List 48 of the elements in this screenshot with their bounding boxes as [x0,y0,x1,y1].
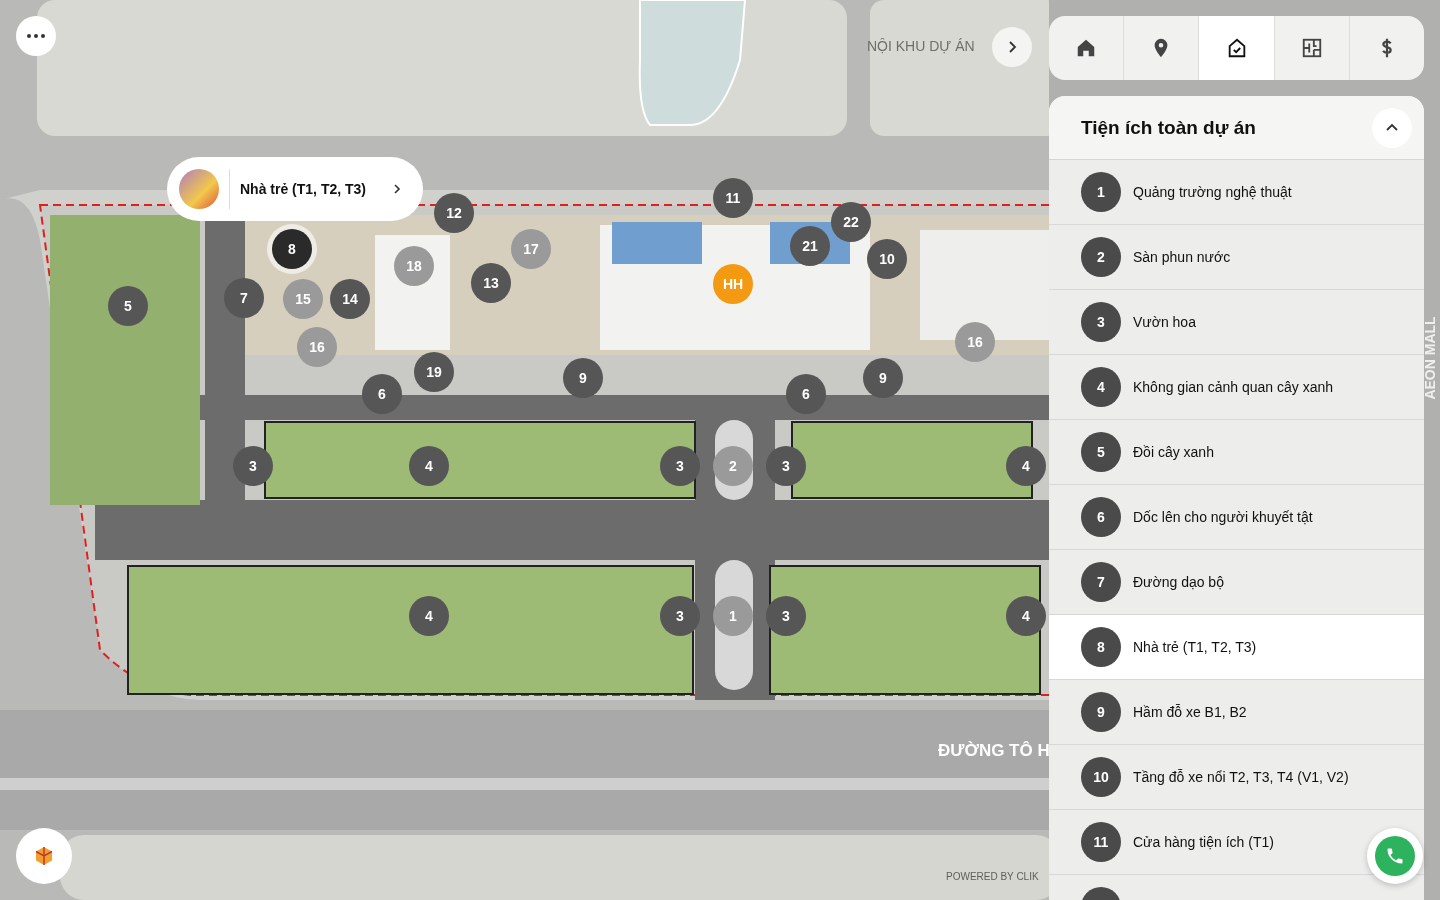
number-badge: 3 [1081,302,1121,342]
number-badge: 1 [1081,172,1121,212]
amenity-item[interactable]: 1 Quảng trường nghệ thuật [1049,160,1424,225]
logo-icon [33,845,55,867]
number-badge: 5 [1081,432,1121,472]
number-badge: 11 [1081,822,1121,862]
amenity-name: Tầng đỗ xe nổi T2, T3, T4 (V1, V2) [1133,769,1349,785]
more-icon [27,34,45,38]
number-badge: 8 [1081,627,1121,667]
credit-text: POWERED BY CLIK [946,871,1039,882]
photo-placeholder [179,169,219,209]
nav-tab[interactable] [1123,16,1199,80]
callout-title: Nhà trẻ (T1, T2, T3) [240,181,368,197]
nav-tab[interactable] [1273,16,1349,80]
number-badge: 9 [1081,692,1121,732]
area-label: NỘI KHU DỰ ÁN [867,38,975,54]
nav-tab[interactable] [1049,16,1124,80]
amenity-item[interactable]: 5 Đồi cây xanh [1049,420,1424,485]
street-label: ĐƯỜNG TÔ H [938,741,1050,761]
amenity-name: Không gian cảnh quan cây xanh [1133,379,1334,395]
number-badge: 6 [1081,497,1121,537]
amenity-item[interactable]: 6 Dốc lên cho người khuyết tật [1049,485,1424,550]
amenity-name: Vườn hoa [1133,314,1196,330]
amenity-name: Đường dạo bộ [1133,574,1224,590]
amenity-item[interactable]: 9 Hầm đỗ xe B1, B2 [1049,680,1424,745]
amenity-item[interactable]: 2 Sàn phun nước [1049,225,1424,290]
number-badge: 10 [1081,757,1121,797]
chevron-right-icon [391,183,403,195]
amenity-name: Đồi cây xanh [1133,444,1214,460]
building-label: AEON MALL [1421,316,1438,400]
amenity-name: Sàn phun nước [1133,249,1231,265]
phone-icon [1385,846,1405,866]
number-badge: 7 [1081,562,1121,602]
number-badge: 4 [1081,367,1121,407]
panel-title: Tiện ích toàn dự án [1081,116,1256,139]
amenity-item[interactable]: 8 Nhà trẻ (T1, T2, T3) [1049,615,1424,680]
amenity-name: Dốc lên cho người khuyết tật [1133,509,1313,525]
amenity-item[interactable]: 10 Tầng đỗ xe nổi T2, T3, T4 (V1, V2) [1049,745,1424,810]
amenity-name: Nhà trẻ (T1, T2, T3) [1133,639,1257,655]
callout-card[interactable]: Nhà trẻ (T1, T2, T3) [167,157,423,221]
amenity-name: Hầm đỗ xe B1, B2 [1133,704,1247,720]
nav-tab[interactable] [1198,16,1274,80]
floor-plan-icon [1300,37,1323,59]
amenity-item[interactable]: 4 Không gian cảnh quan cây xanh [1049,355,1424,420]
number-badge: 2 [1081,237,1121,277]
amenity-name: Cửa hàng tiện ích (T1) [1133,834,1274,850]
amenity-item[interactable]: 3 Vườn hoa [1049,290,1424,355]
amenity-name: Quảng trường nghệ thuật [1133,184,1292,200]
